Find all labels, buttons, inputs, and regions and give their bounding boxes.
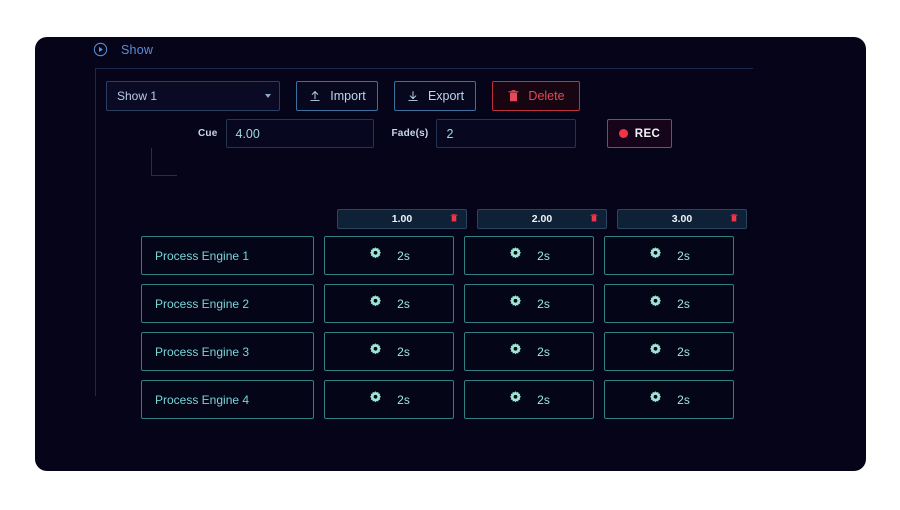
record-dot-icon bbox=[618, 129, 628, 138]
cue-cell-value: 2s bbox=[537, 392, 550, 407]
gear-icon[interactable] bbox=[368, 342, 383, 362]
vertical-divider bbox=[95, 68, 96, 396]
cue-column-label: 2.00 bbox=[531, 213, 553, 225]
cue-cell-value: 2s bbox=[677, 344, 690, 359]
gear-icon[interactable] bbox=[648, 390, 663, 410]
app-root: Show Show 1 Import Export Delete Cue 4.0… bbox=[0, 0, 900, 510]
engine-label: Process Engine 1 bbox=[155, 248, 250, 263]
gear-icon[interactable] bbox=[508, 246, 523, 266]
cue-column-label: 3.00 bbox=[671, 213, 693, 225]
trash-icon[interactable] bbox=[590, 210, 598, 228]
cue-cell[interactable]: 2s bbox=[464, 332, 594, 371]
delete-button[interactable]: Delete bbox=[492, 81, 580, 111]
engine-name-cell[interactable]: Process Engine 2 bbox=[141, 284, 314, 323]
cue-cell[interactable]: 2s bbox=[604, 332, 734, 371]
gear-icon[interactable] bbox=[508, 294, 523, 314]
cue-column-header[interactable]: 1.00 bbox=[337, 209, 467, 229]
cue-cell-value: 2s bbox=[677, 392, 690, 407]
engine-name-cell[interactable]: Process Engine 1 bbox=[141, 236, 314, 275]
tree-connector bbox=[151, 148, 177, 176]
engine-label: Process Engine 2 bbox=[155, 296, 250, 311]
cue-cell[interactable]: 2s bbox=[324, 332, 454, 371]
engine-label: Process Engine 4 bbox=[155, 392, 250, 407]
panel-header: Show bbox=[93, 42, 153, 57]
cue-cell-value: 2s bbox=[677, 296, 690, 311]
table-row: Process Engine 1 2s 2s 2s bbox=[141, 236, 734, 275]
show-select[interactable]: Show 1 bbox=[106, 81, 280, 111]
import-button-label: Import bbox=[330, 89, 366, 103]
cue-cell[interactable]: 2s bbox=[464, 380, 594, 419]
gear-icon[interactable] bbox=[368, 294, 383, 314]
cue-cell[interactable]: 2s bbox=[324, 236, 454, 275]
header-divider bbox=[95, 68, 753, 69]
cue-input[interactable]: 4.00 bbox=[225, 119, 374, 148]
gear-icon[interactable] bbox=[648, 294, 663, 314]
fade-input-value: 2 bbox=[446, 126, 454, 141]
play-circle-icon[interactable] bbox=[93, 42, 108, 57]
upload-icon bbox=[308, 89, 322, 103]
import-button[interactable]: Import bbox=[296, 81, 378, 111]
show-select-value: Show 1 bbox=[117, 89, 158, 103]
engine-name-cell[interactable]: Process Engine 4 bbox=[141, 380, 314, 419]
rec-button[interactable]: REC bbox=[607, 119, 672, 148]
trash-icon[interactable] bbox=[730, 210, 738, 228]
cue-cell-value: 2s bbox=[397, 248, 410, 263]
cue-cell-value: 2s bbox=[397, 392, 410, 407]
cue-cell[interactable]: 2s bbox=[464, 284, 594, 323]
cue-cell[interactable]: 2s bbox=[324, 284, 454, 323]
cue-controls: Cue 4.00 Fade(s) 2 bbox=[198, 119, 577, 148]
fade-label: Fade(s) bbox=[391, 128, 429, 139]
cue-label: Cue bbox=[198, 128, 218, 139]
gear-icon[interactable] bbox=[508, 342, 523, 362]
cue-cell[interactable]: 2s bbox=[464, 236, 594, 275]
cue-column-label: 1.00 bbox=[391, 213, 413, 225]
cue-cell[interactable]: 2s bbox=[604, 380, 734, 419]
cue-column-header[interactable]: 2.00 bbox=[477, 209, 607, 229]
cue-cell-value: 2s bbox=[537, 344, 550, 359]
fade-input[interactable]: 2 bbox=[436, 119, 577, 148]
cue-grid: Process Engine 1 2s 2s 2s Process Engine… bbox=[141, 236, 734, 428]
gear-icon[interactable] bbox=[368, 246, 383, 266]
gear-icon[interactable] bbox=[648, 342, 663, 362]
cue-cell[interactable]: 2s bbox=[604, 236, 734, 275]
table-row: Process Engine 2 2s 2s 2s bbox=[141, 284, 734, 323]
download-icon bbox=[406, 89, 420, 103]
cue-cell[interactable]: 2s bbox=[324, 380, 454, 419]
gear-icon[interactable] bbox=[508, 390, 523, 410]
cue-cell-value: 2s bbox=[537, 248, 550, 263]
trash-icon[interactable] bbox=[450, 210, 458, 228]
page-title: Show bbox=[121, 42, 154, 57]
rec-button-label: REC bbox=[634, 127, 661, 140]
export-button-label: Export bbox=[427, 89, 465, 103]
cue-input-value: 4.00 bbox=[235, 126, 260, 141]
cue-cell-value: 2s bbox=[537, 296, 550, 311]
cue-cell[interactable]: 2s bbox=[604, 284, 734, 323]
gear-icon[interactable] bbox=[368, 390, 383, 410]
engine-name-cell[interactable]: Process Engine 3 bbox=[141, 332, 314, 371]
cue-cell-value: 2s bbox=[397, 344, 410, 359]
cue-column-header[interactable]: 3.00 bbox=[617, 209, 747, 229]
chevron-down-icon bbox=[265, 94, 271, 98]
cue-column-headers: 1.00 2.00 3.00 bbox=[337, 209, 747, 229]
engine-label: Process Engine 3 bbox=[155, 344, 250, 359]
cue-cell-value: 2s bbox=[397, 296, 410, 311]
toolbar: Show 1 Import Export Delete bbox=[106, 81, 580, 111]
delete-button-label: Delete bbox=[528, 89, 565, 103]
export-button[interactable]: Export bbox=[394, 81, 476, 111]
gear-icon[interactable] bbox=[648, 246, 663, 266]
table-row: Process Engine 4 2s 2s 2s bbox=[141, 380, 734, 419]
trash-icon bbox=[507, 89, 520, 103]
table-row: Process Engine 3 2s 2s 2s bbox=[141, 332, 734, 371]
cue-cell-value: 2s bbox=[677, 248, 690, 263]
